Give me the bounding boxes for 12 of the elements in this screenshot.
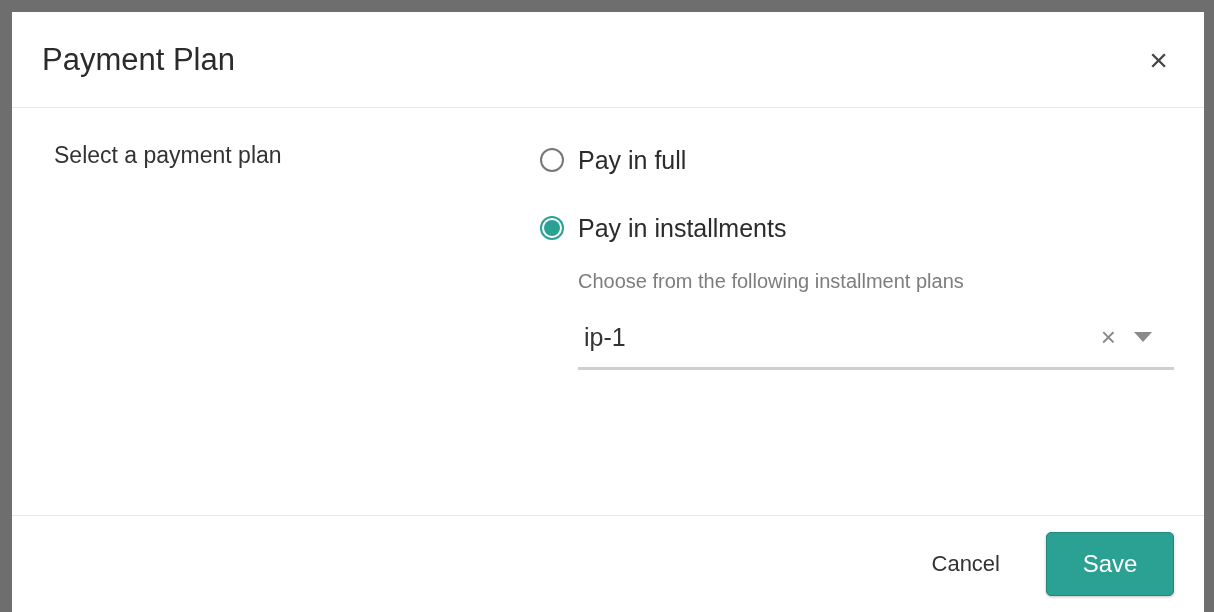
cancel-button[interactable]: Cancel <box>917 543 1014 585</box>
clear-button[interactable]: × <box>1100 321 1116 353</box>
close-button[interactable]: × <box>1143 43 1174 76</box>
caret-icon[interactable] <box>1134 332 1152 342</box>
option-label: Pay in full <box>578 145 687 175</box>
option-label: Pay in installments <box>578 213 787 243</box>
dialog-title: Payment Plan <box>42 41 235 78</box>
radio-button[interactable] <box>540 216 564 240</box>
radio-button[interactable] <box>540 148 564 172</box>
installment-select[interactable]: ip-1 × <box>578 307 1174 370</box>
hint-text: Choose from the following installment plans <box>578 270 965 293</box>
field-label: Select a payment plan <box>54 142 282 168</box>
